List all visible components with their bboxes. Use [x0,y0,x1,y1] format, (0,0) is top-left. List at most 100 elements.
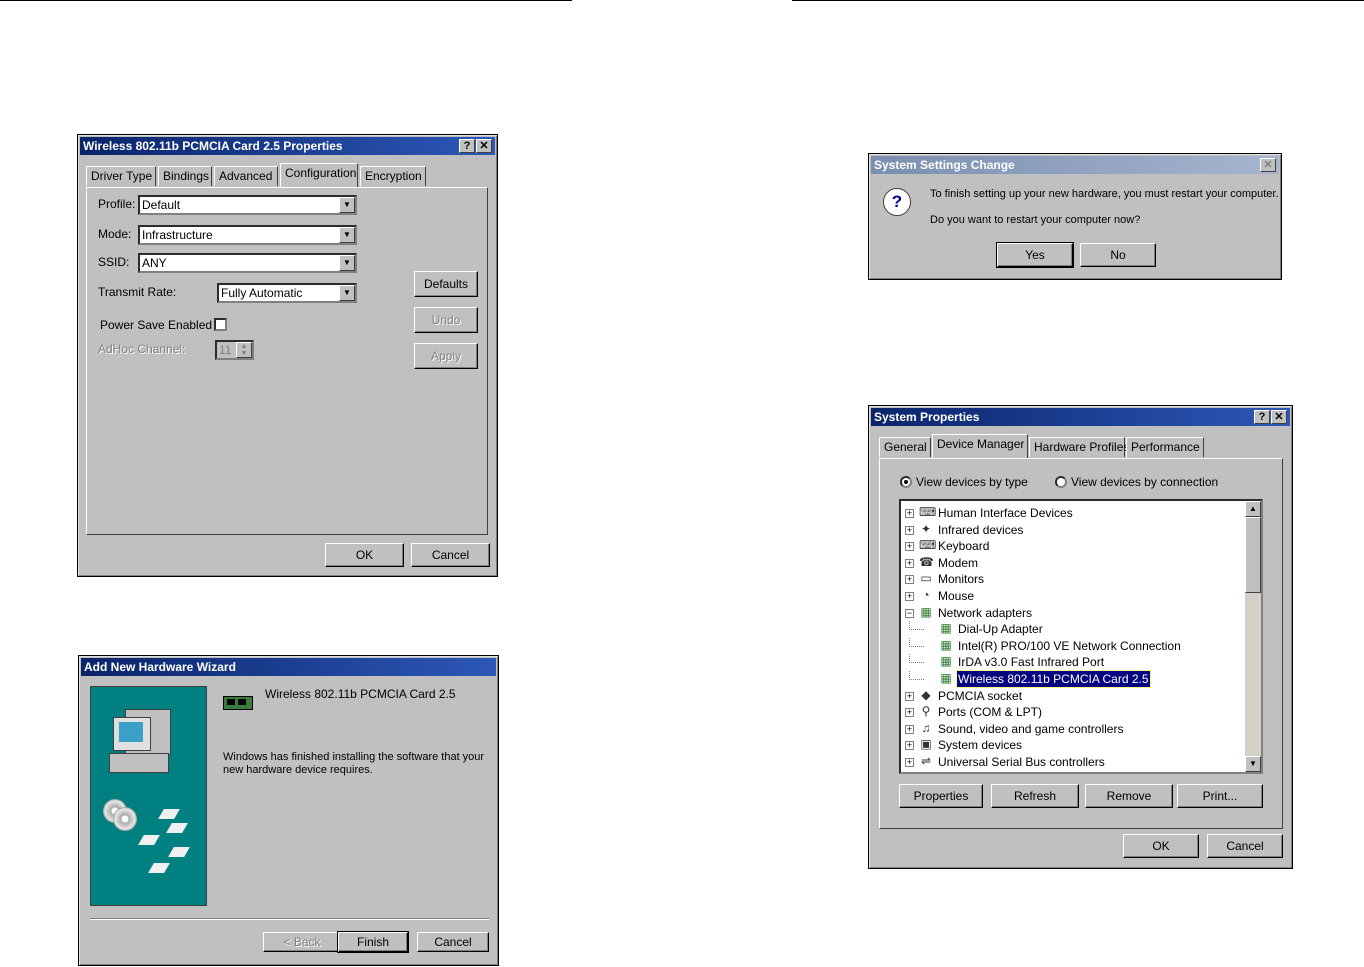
expand-icon[interactable]: + [905,558,914,568]
tree-category-item[interactable]: + ♫ Sound, video and game controllers [901,721,1241,737]
tree-category-item[interactable]: − ▦ Network adapters [901,605,1241,621]
properties-titlebar[interactable]: Wireless 802.11b PCMCIA Card 2.5 Propert… [80,137,495,155]
undo-button[interactable]: Undo [414,307,478,333]
device-tree[interactable]: + ⌨ Human Interface Devices + ✦ Infrared devi… [899,499,1263,774]
expand-icon[interactable]: + [905,525,914,535]
device-properties-button[interactable]: Properties [899,784,983,808]
view-by-connection-radio[interactable] [1055,476,1067,488]
tab-driver-type[interactable]: Driver Type [86,166,156,186]
remove-button[interactable]: Remove [1085,784,1173,808]
scroll-up-button[interactable]: ▲ [1245,501,1261,517]
expand-icon[interactable]: + [905,708,914,718]
adhoc-channel-spinner[interactable]: 11 ▲ ▼ [215,340,254,360]
mode-combo[interactable]: Infrastructure ▼ [138,225,357,245]
tree-item-label: Modem [938,555,979,570]
view-by-connection-label[interactable]: View devices by connection [1071,475,1218,489]
spinner-arrows-icon[interactable]: ▲ ▼ [236,342,252,358]
tab-encryption[interactable]: Encryption [360,166,426,186]
profile-label: Profile: [98,197,136,211]
help-button[interactable]: ? [459,139,475,153]
tab-device-manager[interactable]: Device Manager [932,434,1028,458]
expand-icon[interactable]: + [905,592,914,601]
tree-category-item[interactable]: + ✦ Infrared devices [901,522,1241,538]
tab-performance[interactable]: Performance [1126,437,1204,457]
back-button[interactable]: < Back [263,932,341,952]
transmit-rate-combo[interactable]: Fully Automatic ▼ [217,283,357,303]
tab-bindings[interactable]: Bindings [158,166,212,186]
refresh-button[interactable]: Refresh [991,784,1079,808]
view-by-type-label[interactable]: View devices by type [916,475,1028,489]
chevron-down-icon[interactable]: ▼ [339,197,355,213]
tree-category-item[interactable]: + ⇌ Universal Serial Bus controllers [901,754,1241,770]
expand-icon[interactable]: + [905,509,914,518]
tree-child-item[interactable]: ▦ IrDA v3.0 Fast Infrared Port [901,654,1241,670]
tab-advanced[interactable]: Advanced [214,166,278,186]
restart-titlebar[interactable]: System Settings Change ✕ [871,156,1279,174]
tree-category-item[interactable]: + ◔ Mouse [901,588,1241,604]
collapse-icon[interactable]: − [905,608,914,618]
keyboard-icon: ⌨ [919,538,937,553]
view-by-type-radio[interactable] [900,476,912,488]
expand-icon[interactable]: + [905,758,914,767]
ssid-label: SSID: [98,255,130,269]
network-card-icon: ▦ [940,671,952,685]
wizard-title: Add New Hardware Wizard [84,660,236,674]
tree-item-label: Mouse [938,589,975,603]
network-card-icon: ▦ [940,621,952,636]
no-button[interactable]: No [1080,243,1156,267]
chevron-down-icon[interactable]: ▼ [339,227,355,243]
sysprops-title: System Properties [874,410,980,424]
tree-category-item[interactable]: + ⌨ Human Interface Devices [901,505,1241,521]
tree-child-item[interactable]: ▦ Wireless 802.11b PCMCIA Card 2.5 [901,670,1241,688]
tree-child-item[interactable]: ▦ Intel(R) PRO/100 VE Network Connection [901,637,1241,654]
tree-category-item[interactable]: + ⚲ Ports (COM & LPT) [901,704,1241,720]
tree-category-item[interactable]: + ☎ Modem [901,555,1241,571]
device-tree-scrollbar[interactable]: ▲ ▼ [1245,501,1261,772]
monitor-icon: ▭ [920,571,932,586]
tree-category-item[interactable]: + ◆ PCMCIA socket [901,688,1241,704]
tree-category-item[interactable]: + ▣ System devices [901,737,1241,753]
tree-category-item[interactable]: + ▭ Monitors [901,571,1241,587]
system-icon: ▣ [920,737,932,752]
chevron-down-icon[interactable]: ▼ [339,285,355,301]
question-icon: ? [883,188,911,216]
sysprops-titlebar[interactable]: System Properties ? ✕ [871,408,1290,426]
print-button[interactable]: Print... [1177,784,1263,808]
tab-general[interactable]: General [879,437,931,457]
defaults-button[interactable]: Defaults [414,271,478,297]
scroll-down-button[interactable]: ▼ [1245,756,1261,772]
scroll-thumb[interactable] [1245,517,1261,593]
cancel-button[interactable]: Cancel [411,543,490,567]
ok-button[interactable]: OK [325,543,404,567]
cancel-button[interactable]: Cancel [1207,834,1283,858]
finish-button[interactable]: Finish [337,931,409,953]
tab-configuration[interactable]: Configuration [280,163,358,187]
close-button[interactable]: ✕ [1260,158,1276,172]
wizard-divider [90,918,489,920]
profile-combo[interactable]: Default ▼ [138,195,357,215]
hardware-wizard-dialog: Add New Hardware Wizard Wireless 802.11b… [78,655,499,966]
restart-title: System Settings Change [874,158,1015,172]
tree-child-item[interactable]: ▦ Dial-Up Adapter [901,621,1241,637]
chevron-down-icon[interactable]: ▼ [339,255,355,271]
adhoc-channel-value: 11 [219,343,232,357]
close-button[interactable]: ✕ [1271,410,1287,424]
apply-button[interactable]: Apply [414,343,478,369]
help-button[interactable]: ? [1254,410,1270,424]
properties-tabs: Driver Type Bindings Advanced Configurat… [86,163,486,188]
tree-item-label: Sound, video and game controllers [938,721,1124,736]
tree-category-item[interactable]: + ⌨ Keyboard [901,538,1241,554]
cancel-button[interactable]: Cancel [417,932,489,952]
expand-icon[interactable]: + [905,575,914,585]
expand-icon[interactable]: + [905,741,914,751]
expand-icon[interactable]: + [905,724,914,734]
expand-icon[interactable]: + [905,542,914,552]
power-save-checkbox[interactable] [214,318,227,331]
ssid-combo[interactable]: ANY ▼ [138,253,357,273]
wizard-titlebar[interactable]: Add New Hardware Wizard [81,658,496,676]
tab-hardware-profiles[interactable]: Hardware Profiles [1029,437,1129,457]
ok-button[interactable]: OK [1123,834,1199,858]
close-button[interactable]: ✕ [476,139,492,153]
expand-icon[interactable]: + [905,691,914,701]
yes-button[interactable]: Yes [996,242,1074,268]
